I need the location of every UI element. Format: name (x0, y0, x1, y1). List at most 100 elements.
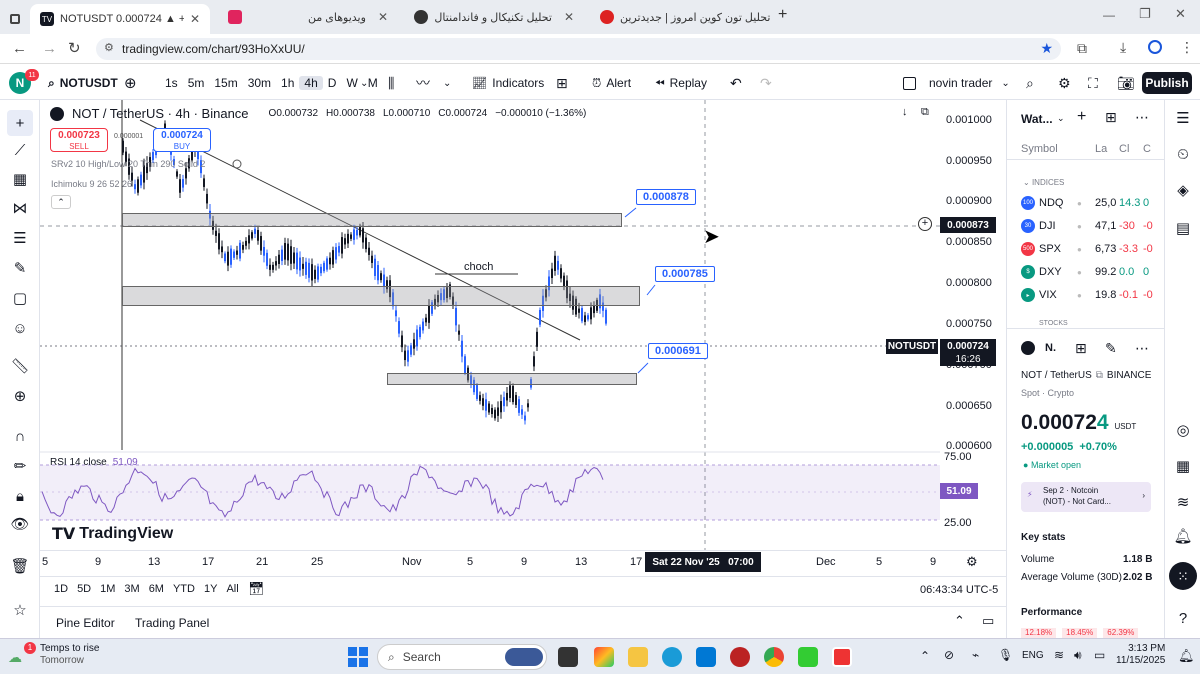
date-range-calendar-icon[interactable]: 📅︎ (248, 581, 265, 597)
interval-4h[interactable]: 4h (299, 76, 323, 90)
fullscreen-icon[interactable]: ⛶ (1088, 66, 1098, 100)
col-last[interactable]: La (1095, 143, 1119, 155)
watchlist-row[interactable]: 100 NDQ ● 25,0 14.3 0 (1007, 192, 1165, 214)
details-name[interactable]: NOT / TetherUS (1021, 370, 1092, 381)
taskbar-search[interactable]: ⌕ Search (377, 644, 547, 670)
price-label-1[interactable]: 0.000878 (636, 189, 696, 205)
quick-search-icon[interactable]: ⌕ (1026, 66, 1034, 100)
watchlist-row[interactable]: $ DXY ● 99.2 0.0 0 (1007, 261, 1165, 283)
extensions-icon[interactable]: ⧉ (1077, 40, 1087, 57)
col-chgp[interactable]: C (1143, 143, 1151, 155)
close-tab-icon[interactable]: ✕ (190, 12, 200, 26)
news-feed-icon[interactable]: ≋ (1173, 492, 1193, 512)
indicator-ichimoku-legend[interactable]: Ichimoku 9 26 52 26 (51, 179, 132, 189)
back-arrow-icon[interactable]: ← (12, 40, 27, 57)
close-tab-icon[interactable]: ✕ (378, 10, 388, 24)
chrome-icon[interactable] (764, 647, 784, 667)
reload-icon[interactable]: ↻ (68, 39, 81, 57)
watchlist-icon[interactable]: ☰ (1173, 108, 1193, 128)
store-icon[interactable] (696, 647, 716, 667)
interval-5m[interactable]: 5m (183, 76, 210, 90)
calendar-icon[interactable]: ▦ (1173, 456, 1193, 476)
range-button-1m[interactable]: 1M (100, 583, 115, 595)
wifi-icon[interactable]: ≋ (1054, 648, 1064, 662)
line-chart-icon[interactable]: 〰 (416, 66, 430, 100)
watchlist-row[interactable]: 500 SPX ● 6,73 -3.3 -0 (1007, 238, 1165, 260)
price-label-2[interactable]: 0.000785 (655, 266, 715, 282)
range-button-1d[interactable]: 1D (54, 583, 68, 595)
edit-pencil-icon[interactable]: ✎ (1105, 340, 1117, 357)
collapse-icon[interactable]: ⧉ (921, 106, 929, 119)
indicator-srv2-legend[interactable]: SRv2 10 High/Low 20 Thin 290 Solid 2 (51, 159, 205, 169)
compare-symbol-button[interactable]: ⊕ (124, 66, 137, 100)
price-axis[interactable]: 0.001000 0.000950 0.000900 0.000850 0.000800… (886, 100, 1006, 550)
chevron-down-icon[interactable]: ⌄ (443, 66, 451, 100)
projection-icon[interactable]: ☰ (10, 228, 30, 248)
new-tab-button[interactable]: + (778, 6, 787, 24)
close-tab-icon[interactable]: ✕ (564, 10, 574, 24)
watchlist-title[interactable]: Wat... (1021, 112, 1053, 126)
notifications-bell-icon[interactable]: 🔔︎ (1178, 648, 1195, 664)
choch-label[interactable]: choch (464, 261, 493, 273)
layout-grid-icon[interactable]: ⊞ (1075, 340, 1087, 357)
range-button-5d[interactable]: 5D (77, 583, 91, 595)
trash-icon[interactable]: 🗑︎ (10, 556, 30, 576)
windows-start-icon[interactable] (348, 647, 368, 667)
tab-pine-editor[interactable]: Pine Editor (56, 616, 115, 630)
candles-chart-type-icon[interactable]: ⫼ (388, 66, 394, 100)
interval-30m[interactable]: 30m (243, 76, 276, 90)
eye-icon[interactable]: 👁︎ (10, 514, 30, 534)
lock-icon[interactable]: 🔒︎ (10, 486, 30, 506)
microphone-icon[interactable]: 🎙︎ (998, 648, 1013, 662)
indicators-button[interactable]: 📈︎ Indicators (472, 66, 544, 100)
chart-title[interactable]: NOT / TetherUS · 4h · Binance (72, 106, 249, 121)
trend-line-icon[interactable]: ⟋ (10, 140, 30, 160)
rsi-legend[interactable]: RSI 14 close 51.09 (50, 457, 138, 468)
file-explorer-icon[interactable] (628, 647, 648, 667)
task-view-icon[interactable] (558, 647, 578, 667)
sell-button[interactable]: 0.000723 SELL (50, 128, 108, 152)
download-icon[interactable]: ⤓ (1120, 39, 1126, 56)
chart-canvas[interactable]: 0.000878 0.000785 0.000691 choch NOT / T… (40, 100, 940, 550)
chevron-down-icon[interactable]: ⌄ (1057, 113, 1065, 124)
middle-zone[interactable] (122, 286, 640, 306)
emoji-icon[interactable]: ☺ (10, 318, 30, 338)
language-indicator[interactable]: ENG (1022, 650, 1044, 661)
close-window-icon[interactable]: ✕ (1175, 6, 1186, 22)
lock-drawing-icon[interactable]: ✏ (10, 456, 30, 476)
favorites-star-icon[interactable]: ☆ (10, 600, 30, 620)
perf-1[interactable]: 12.18% (1021, 628, 1057, 638)
redo-icon[interactable]: ↷ (760, 66, 772, 100)
tab-my-videos[interactable]: ویدیوهای من ✕ (218, 4, 398, 30)
ruler-icon[interactable]: 📏︎ (10, 356, 30, 376)
indices-section[interactable]: ⌄ INDICES (1023, 178, 1064, 187)
details-symbol[interactable]: N. (1045, 342, 1056, 354)
stocks-section[interactable]: STOCKS (1039, 320, 1068, 327)
chevron-up-icon[interactable]: ⌃ (954, 613, 965, 629)
interval-15m[interactable]: 15m (209, 76, 242, 90)
notifications-bell-icon[interactable]: 🔔︎ (1173, 526, 1193, 546)
site-info-icon[interactable]: ⚙ (104, 41, 114, 54)
chevron-down-icon[interactable]: ⌄ (360, 66, 368, 100)
range-button-6m[interactable]: 6M (149, 583, 164, 595)
app-red-icon[interactable] (832, 647, 852, 667)
weather-widget[interactable]: Temps to rise Tomorrow (40, 643, 99, 667)
symbol-search-button[interactable]: ⌕ NOTUSDT (48, 66, 118, 100)
resistance-zone[interactable] (122, 213, 622, 227)
minimize-icon[interactable]: — (1103, 8, 1115, 22)
forward-arrow-icon[interactable]: → (42, 40, 57, 57)
battery-icon[interactable]: ▭ (1094, 648, 1105, 662)
restore-icon[interactable]: ❐ (1139, 6, 1151, 22)
templates-icon[interactable]: ⊞ (556, 66, 568, 100)
alert-button[interactable]: ⏰︎ Alert (592, 66, 631, 100)
network-off-icon[interactable]: ⊘ (944, 648, 954, 662)
range-button-1y[interactable]: 1Y (204, 583, 217, 595)
crosshair-icon[interactable]: + (7, 110, 33, 136)
help-icon[interactable]: ? (1173, 608, 1193, 628)
chevron-up-icon[interactable]: ⌃ (920, 649, 930, 663)
interval-1s[interactable]: 1s (160, 76, 183, 90)
taskbar-clock[interactable]: 3:13 PM 11/15/2025 (1116, 643, 1165, 667)
utc-clock[interactable]: 06:43:34 UTC-5 (920, 584, 998, 596)
pattern-icon[interactable]: ⋈ (10, 198, 30, 218)
replay-button[interactable]: ⏪︎ Replay (655, 66, 707, 100)
